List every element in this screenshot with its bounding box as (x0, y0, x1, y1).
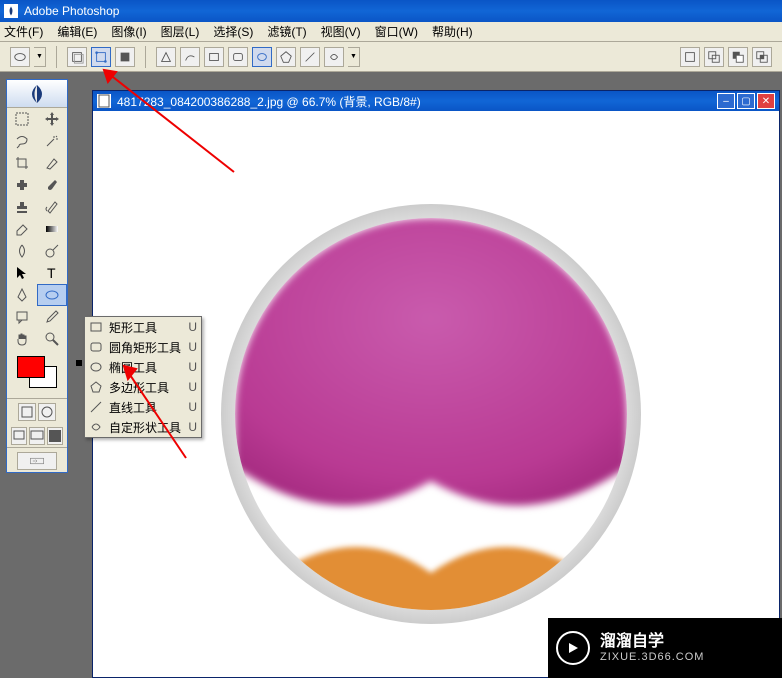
custom-shape-icon[interactable] (324, 47, 344, 67)
path-add-icon[interactable] (704, 47, 724, 67)
dodge-tool[interactable] (37, 240, 67, 262)
flyout-rounded-rect[interactable]: 圆角矩形工具 U (85, 337, 201, 357)
color-swatches[interactable] (7, 350, 67, 398)
rounded-rect-icon[interactable] (228, 47, 248, 67)
move-tool[interactable] (37, 108, 67, 130)
path-intersect-icon[interactable] (752, 47, 772, 67)
pen-tool[interactable] (7, 284, 37, 306)
flyout-ellipse[interactable]: 椭圆工具 U (85, 357, 201, 377)
options-bar: ▼ ▼ (0, 42, 782, 72)
ellipse-icon (89, 360, 103, 374)
screen-mode-2-icon[interactable] (29, 427, 45, 445)
pen-icon[interactable] (156, 47, 176, 67)
watermark-title: 溜溜自学 (600, 633, 704, 651)
quickmask-mode-icon[interactable] (38, 403, 56, 421)
menu-select[interactable]: 选择(S) (213, 23, 253, 40)
slice-tool[interactable] (37, 152, 67, 174)
eraser-tool[interactable] (7, 218, 37, 240)
imageready-icon[interactable] (17, 452, 57, 470)
gradient-tool[interactable] (37, 218, 67, 240)
rounded-rect-icon (89, 340, 103, 354)
document-icon (97, 94, 111, 108)
menu-filter[interactable]: 滤镜(T) (267, 23, 306, 40)
shape-layers-icon[interactable] (67, 47, 87, 67)
line-icon[interactable] (300, 47, 320, 67)
line-icon (89, 400, 103, 414)
toolbox: T (6, 79, 68, 473)
app-title: Adobe Photoshop (24, 4, 119, 18)
polygon-icon (89, 380, 103, 394)
fill-pixels-icon[interactable] (115, 47, 135, 67)
wand-tool[interactable] (37, 130, 67, 152)
toolbox-header[interactable] (7, 80, 67, 108)
menu-layer[interactable]: 图层(L) (161, 23, 200, 40)
blur-tool[interactable] (7, 240, 37, 262)
flyout-rectangle[interactable]: 矩形工具 U (85, 317, 201, 337)
watermark: 溜溜自学 ZIXUE.3D66.COM (548, 618, 782, 678)
history-brush-tool[interactable] (37, 196, 67, 218)
brush-tool[interactable] (37, 174, 67, 196)
custom-shape-icon (89, 420, 103, 434)
separator-icon (145, 46, 146, 68)
paths-icon[interactable] (91, 47, 111, 67)
document-title: 4817283_084200386288_2.jpg @ 66.7% (背景, … (117, 93, 717, 110)
menu-file[interactable]: 文件(F) (4, 23, 43, 40)
svg-text:T: T (47, 265, 56, 281)
healing-tool[interactable] (7, 174, 37, 196)
foreground-swatch[interactable] (17, 356, 45, 378)
lasso-tool[interactable] (7, 130, 37, 152)
standard-mode-icon[interactable] (18, 403, 36, 421)
app-titlebar: Adobe Photoshop (0, 0, 782, 22)
marquee-tool[interactable] (7, 108, 37, 130)
screen-mode-3-icon[interactable] (47, 427, 63, 445)
path-select-tool[interactable] (7, 262, 37, 284)
flyout-custom-shape[interactable]: 自定形状工具 U (85, 417, 201, 437)
shape-tool-flyout: 矩形工具 U 圆角矩形工具 U 椭圆工具 U 多边形工具 U 直线工具 U 自定… (84, 316, 202, 438)
rectangle-icon[interactable] (204, 47, 224, 67)
type-tool[interactable]: T (37, 262, 67, 284)
flyout-line[interactable]: 直线工具 U (85, 397, 201, 417)
ellipse-icon[interactable] (252, 47, 272, 67)
minimize-button[interactable]: – (717, 93, 735, 109)
rectangle-icon (89, 320, 103, 334)
flyout-polygon[interactable]: 多边形工具 U (85, 377, 201, 397)
separator-icon (56, 46, 57, 68)
menu-view[interactable]: 视图(V) (321, 23, 361, 40)
crop-tool[interactable] (7, 152, 37, 174)
tool-preset-icon[interactable] (10, 47, 30, 67)
zoom-tool[interactable] (37, 328, 67, 350)
canvas-artwork (218, 201, 644, 627)
shape-tool[interactable] (37, 284, 67, 306)
eyedropper-tool[interactable] (37, 306, 67, 328)
hand-tool[interactable] (7, 328, 37, 350)
shape-dropdown[interactable]: ▼ (348, 47, 360, 67)
path-new-icon[interactable] (680, 47, 700, 67)
tool-preset-dropdown[interactable]: ▼ (34, 47, 46, 67)
menubar: 文件(F) 编辑(E) 图像(I) 图层(L) 选择(S) 滤镜(T) 视图(V… (0, 22, 782, 42)
stamp-tool[interactable] (7, 196, 37, 218)
menu-help[interactable]: 帮助(H) (432, 23, 473, 40)
polygon-icon[interactable] (276, 47, 296, 67)
maximize-button[interactable]: ▢ (737, 93, 755, 109)
screen-mode-1-icon[interactable] (11, 427, 27, 445)
document-titlebar[interactable]: 4817283_084200386288_2.jpg @ 66.7% (背景, … (93, 91, 779, 111)
path-subtract-icon[interactable] (728, 47, 748, 67)
menu-image[interactable]: 图像(I) (111, 23, 146, 40)
flyout-marker-icon (76, 360, 82, 366)
freeform-pen-icon[interactable] (180, 47, 200, 67)
watermark-sub: ZIXUE.3D66.COM (600, 651, 704, 663)
menu-edit[interactable]: 编辑(E) (57, 23, 97, 40)
play-icon (556, 631, 590, 665)
menu-window[interactable]: 窗口(W) (375, 23, 418, 40)
close-button[interactable]: ✕ (757, 93, 775, 109)
app-icon (4, 4, 18, 18)
notes-tool[interactable] (7, 306, 37, 328)
